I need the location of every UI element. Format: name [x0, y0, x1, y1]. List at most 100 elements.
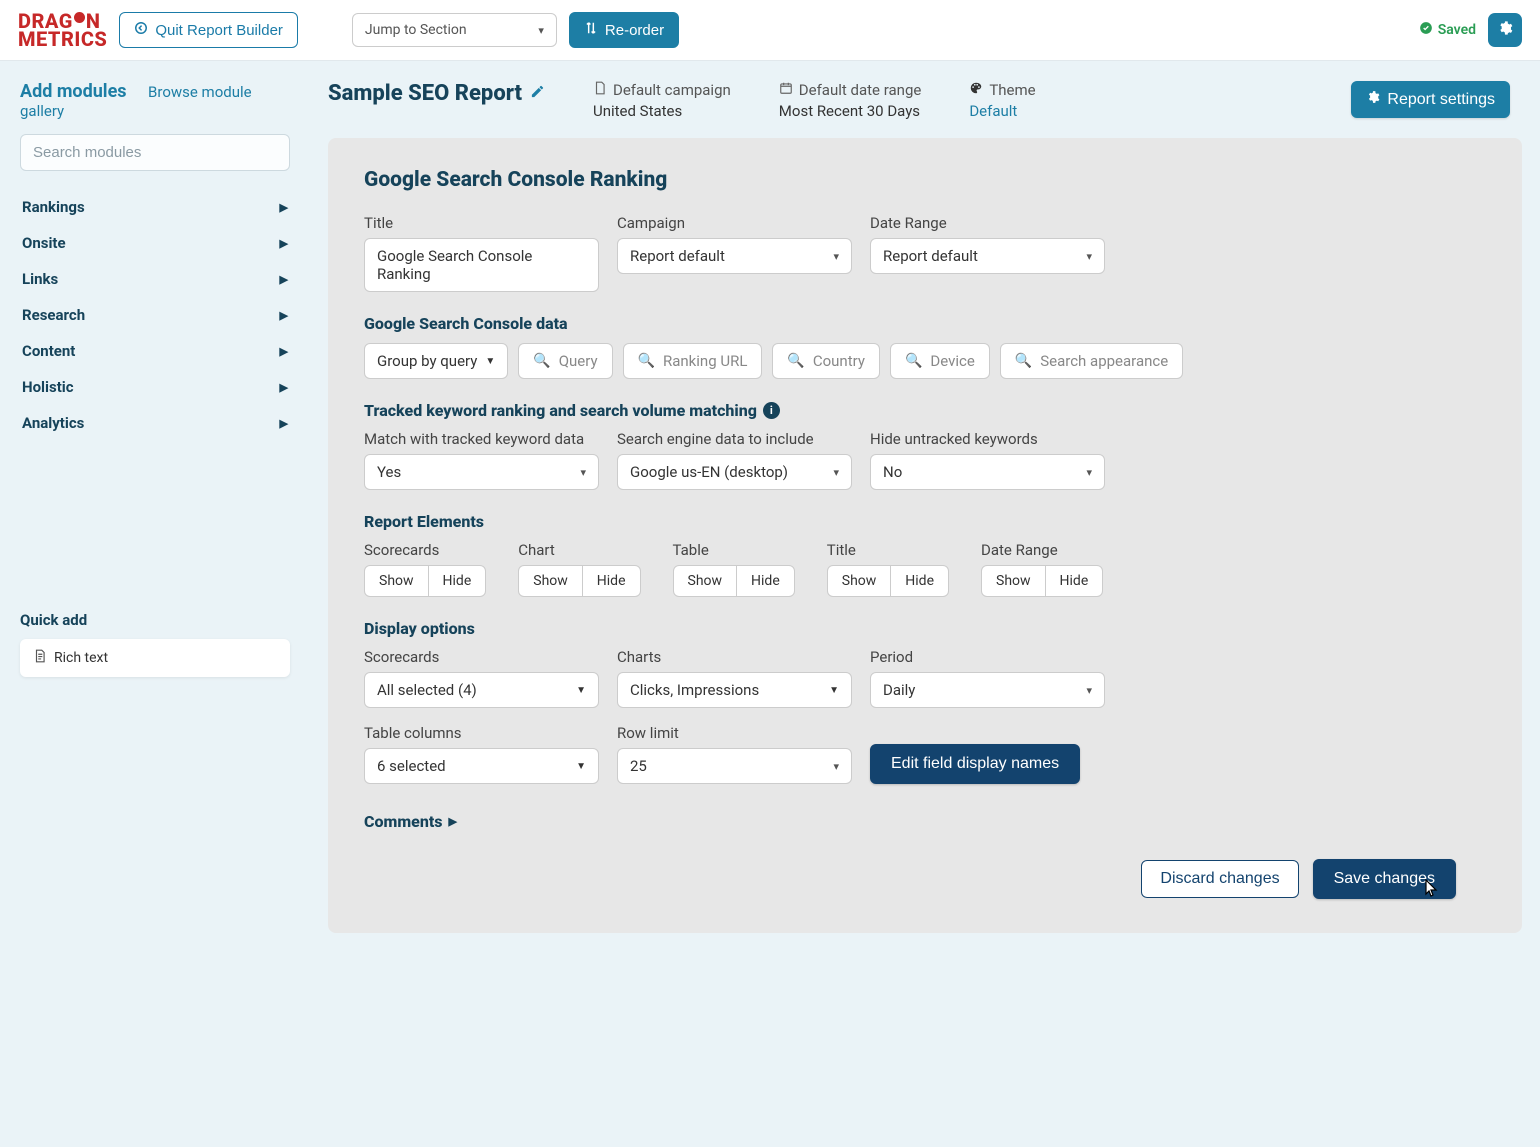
- field-charts: Charts Clicks, Impressions▼: [617, 648, 852, 708]
- tracked-heading: Tracked keyword ranking and search volum…: [364, 401, 1486, 420]
- field-period: Period Daily▾: [870, 648, 1105, 708]
- title-value: Google Search Console Ranking: [377, 247, 586, 283]
- title-toggle[interactable]: ShowHide: [827, 565, 949, 597]
- category-content[interactable]: Content▶: [20, 333, 290, 369]
- match-select[interactable]: Yes▾: [364, 454, 599, 490]
- quick-add-heading: Quick add: [20, 611, 290, 629]
- theme-value[interactable]: Default: [969, 102, 1035, 120]
- chevron-down-icon: ▾: [538, 24, 544, 37]
- element-table: Table ShowHide: [673, 541, 795, 597]
- elem-label: Chart: [518, 541, 640, 559]
- quit-report-builder-button[interactable]: Quit Report Builder: [119, 12, 298, 48]
- field-title: Title Google Search Console Ranking: [364, 214, 599, 292]
- chevron-down-icon: ▾: [1086, 684, 1092, 697]
- element-chart: Chart ShowHide: [518, 541, 640, 597]
- hide-option[interactable]: Hide: [582, 566, 640, 596]
- module-settings-panel: Google Search Console Ranking Title Goog…: [328, 138, 1522, 933]
- info-icon[interactable]: i: [763, 402, 780, 419]
- hide-option[interactable]: Hide: [736, 566, 794, 596]
- report-settings-button[interactable]: Report settings: [1351, 81, 1510, 118]
- table-columns-select[interactable]: 6 selected▼: [364, 748, 599, 784]
- cat-label: Research: [22, 306, 85, 324]
- search-icon: 🔍: [787, 353, 804, 369]
- group-by-dropdown[interactable]: Group by query▼: [364, 343, 508, 379]
- period-select[interactable]: Daily▾: [870, 672, 1105, 708]
- hide-untracked-select[interactable]: No▾: [870, 454, 1105, 490]
- category-links[interactable]: Links▶: [20, 261, 290, 297]
- gear-icon: [1497, 20, 1513, 40]
- row-limit-select[interactable]: 25▾: [617, 748, 852, 784]
- show-option[interactable]: Show: [365, 566, 428, 596]
- show-option[interactable]: Show: [982, 566, 1045, 596]
- jump-label: Jump to Section: [365, 22, 467, 38]
- filter-search-appearance[interactable]: 🔍Search appearance: [1000, 343, 1183, 379]
- hide-option[interactable]: Hide: [428, 566, 486, 596]
- show-option[interactable]: Show: [828, 566, 891, 596]
- category-rankings[interactable]: Rankings▶: [20, 189, 290, 225]
- cat-label: Analytics: [22, 414, 84, 432]
- hide-value: No: [883, 463, 902, 481]
- se-label: Search engine data to include: [617, 430, 852, 448]
- element-title: Title ShowHide: [827, 541, 949, 597]
- gear-icon: [1366, 90, 1380, 109]
- jump-to-section-select[interactable]: Jump to Section ▾: [352, 13, 557, 47]
- campaign-field-label: Campaign: [617, 214, 852, 232]
- logo: DRAGNMETRICS: [18, 12, 107, 48]
- title-input[interactable]: Google Search Console Ranking: [364, 238, 599, 292]
- save-changes-button[interactable]: Save changes: [1313, 859, 1456, 899]
- daterange-select[interactable]: Report default▾: [870, 238, 1105, 274]
- chevron-down-icon: ▾: [833, 466, 839, 479]
- category-onsite[interactable]: Onsite▶: [20, 225, 290, 261]
- match-value: Yes: [377, 463, 401, 481]
- filter-device[interactable]: 🔍Device: [890, 343, 990, 379]
- scorecards-value: All selected (4): [377, 681, 477, 699]
- caret-down-icon: ▼: [576, 685, 586, 696]
- file-icon: [593, 81, 607, 99]
- search-modules-input[interactable]: [20, 134, 290, 171]
- filter-country[interactable]: 🔍Country: [772, 343, 880, 379]
- reorder-label: Re-order: [605, 22, 664, 39]
- reorder-button[interactable]: Re-order: [569, 12, 679, 48]
- category-holistic[interactable]: Holistic▶: [20, 369, 290, 405]
- main-content: Sample SEO Report Default campaign Unite…: [310, 61, 1540, 971]
- scorecards-field-label: Scorecards: [364, 648, 599, 666]
- filter-query[interactable]: 🔍Query: [518, 343, 612, 379]
- field-edit-names: Edit field display names: [870, 744, 1080, 784]
- campaign-select[interactable]: Report default▾: [617, 238, 852, 274]
- hide-option[interactable]: Hide: [890, 566, 948, 596]
- category-research[interactable]: Research ▶: [20, 297, 290, 333]
- element-daterange: Date Range ShowHide: [981, 541, 1103, 597]
- filter-query-label: Query: [559, 352, 598, 370]
- document-icon: [33, 649, 47, 667]
- edit-field-names-button[interactable]: Edit field display names: [870, 744, 1080, 784]
- hide-option[interactable]: Hide: [1045, 566, 1103, 596]
- date-value: Most Recent 30 Days: [779, 102, 922, 120]
- show-option[interactable]: Show: [519, 566, 582, 596]
- show-option[interactable]: Show: [674, 566, 737, 596]
- caret-right-icon: ▶: [280, 309, 288, 322]
- field-daterange: Date Range Report default▾: [870, 214, 1105, 292]
- discard-changes-button[interactable]: Discard changes: [1141, 860, 1298, 898]
- rich-text-button[interactable]: Rich text: [20, 639, 290, 677]
- category-analytics[interactable]: Analytics▶: [20, 405, 290, 441]
- field-campaign: Campaign Report default▾: [617, 214, 852, 292]
- filter-ranking-url[interactable]: 🔍Ranking URL: [623, 343, 763, 379]
- table-toggle[interactable]: ShowHide: [673, 565, 795, 597]
- search-engine-select[interactable]: Google us-EN (desktop)▾: [617, 454, 852, 490]
- edit-title-icon[interactable]: [530, 84, 545, 103]
- scorecards-toggle[interactable]: ShowHide: [364, 565, 486, 597]
- charts-select[interactable]: Clicks, Impressions▼: [617, 672, 852, 708]
- filter-url-label: Ranking URL: [663, 352, 747, 370]
- field-row-limit: Row limit 25▾: [617, 724, 852, 784]
- caret-down-icon: ▼: [485, 356, 495, 367]
- chart-toggle[interactable]: ShowHide: [518, 565, 640, 597]
- daterange-toggle[interactable]: ShowHide: [981, 565, 1103, 597]
- comments-toggle[interactable]: Comments ▶: [364, 812, 1486, 831]
- theme-label: Theme: [989, 81, 1035, 99]
- calendar-icon: [779, 81, 793, 99]
- settings-gear-button[interactable]: [1488, 13, 1522, 47]
- row-limit-value: 25: [630, 757, 647, 775]
- scorecards-select[interactable]: All selected (4) ▼: [364, 672, 599, 708]
- date-label: Default date range: [799, 81, 922, 99]
- field-table-columns: Table columns 6 selected▼: [364, 724, 599, 784]
